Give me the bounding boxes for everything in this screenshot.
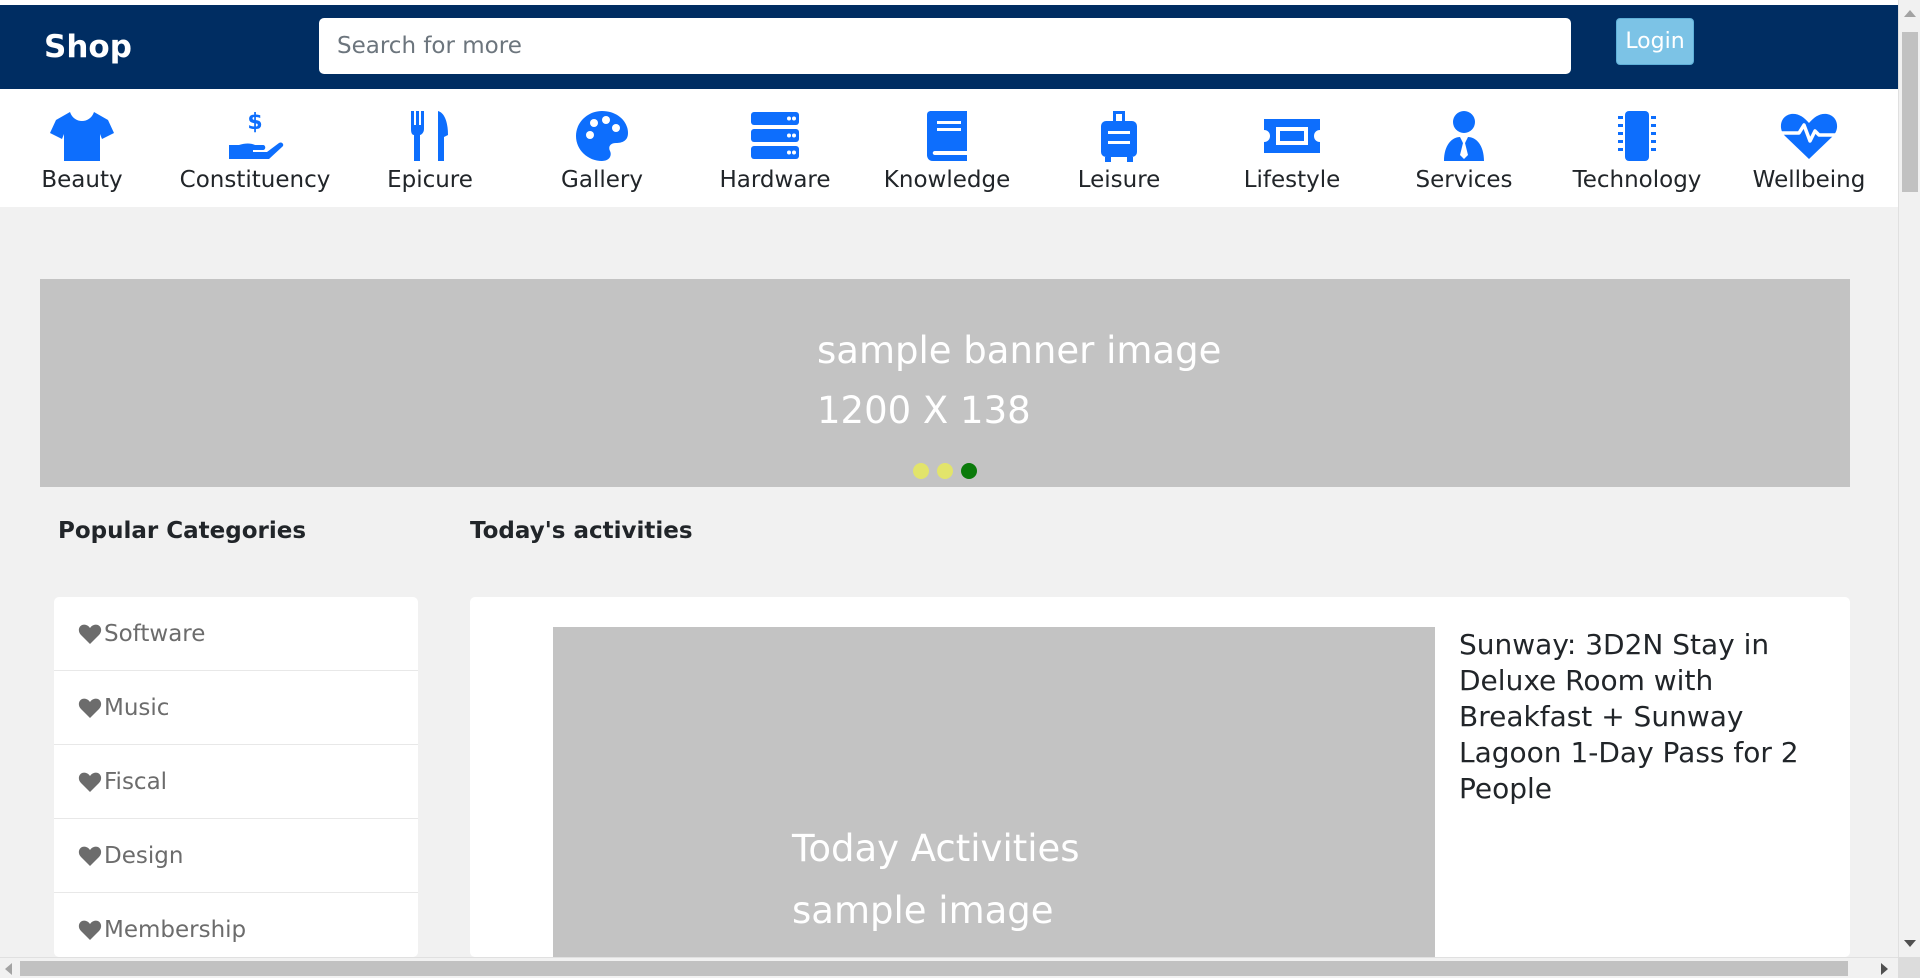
todays-activities-title: Today's activities bbox=[470, 518, 693, 544]
popular-categories-title: Popular Categories bbox=[58, 518, 307, 544]
category-label: Hardware bbox=[719, 167, 831, 193]
category-services[interactable]: Services bbox=[1379, 89, 1549, 207]
activity-image-text-line2: sample image bbox=[792, 889, 1054, 932]
tshirt-icon bbox=[50, 109, 114, 163]
list-item[interactable]: Music bbox=[54, 671, 418, 745]
heart-icon bbox=[78, 698, 102, 718]
search-input[interactable] bbox=[319, 18, 1571, 74]
activity-image[interactable]: Today Activities sample image bbox=[553, 627, 1435, 957]
carousel-indicators bbox=[913, 463, 977, 479]
category-nav: Beauty $ Constituency Epicure Gallery Ha… bbox=[0, 89, 1898, 207]
ticket-icon bbox=[1260, 109, 1324, 163]
category-label: Epicure bbox=[387, 167, 473, 193]
brand-logo[interactable]: Shop bbox=[44, 29, 132, 65]
heart-icon bbox=[78, 846, 102, 866]
category-label: Leisure bbox=[1077, 167, 1161, 193]
top-navbar: Shop Login bbox=[0, 5, 1898, 89]
category-label: Wellbeing bbox=[1752, 167, 1866, 193]
suitcase-icon bbox=[1087, 109, 1151, 163]
category-lifestyle[interactable]: Lifestyle bbox=[1207, 89, 1377, 207]
scrollbar-corner bbox=[1898, 957, 1920, 978]
list-item-label: Design bbox=[104, 842, 184, 869]
category-label: Gallery bbox=[561, 167, 643, 193]
palette-icon bbox=[570, 109, 634, 163]
activity-description[interactable]: Sunway: 3D2N Stay in Deluxe Room with Br… bbox=[1459, 627, 1799, 807]
category-constituency[interactable]: $ Constituency bbox=[170, 89, 340, 207]
list-item[interactable]: Design bbox=[54, 819, 418, 893]
heartbeat-icon bbox=[1777, 109, 1841, 163]
category-knowledge[interactable]: Knowledge bbox=[862, 89, 1032, 207]
heart-icon bbox=[78, 772, 102, 792]
list-item[interactable]: Software bbox=[54, 597, 418, 671]
utensils-icon bbox=[398, 109, 462, 163]
carousel-dot[interactable] bbox=[913, 463, 929, 479]
category-beauty[interactable]: Beauty bbox=[0, 89, 167, 207]
category-epicure[interactable]: Epicure bbox=[345, 89, 515, 207]
banner-text-line1: sample banner image bbox=[817, 329, 1222, 372]
popular-categories-list: Software Music Fiscal Design Membership bbox=[54, 597, 418, 957]
category-label: Constituency bbox=[179, 167, 331, 193]
scroll-down-arrow-icon[interactable] bbox=[1904, 940, 1916, 947]
vertical-scroll-thumb[interactable] bbox=[1902, 32, 1918, 192]
list-item-label: Fiscal bbox=[104, 768, 168, 795]
scroll-right-arrow-icon[interactable] bbox=[1881, 963, 1888, 975]
heart-icon bbox=[78, 624, 102, 644]
list-item-label: Music bbox=[104, 694, 170, 721]
list-item-label: Membership bbox=[104, 916, 247, 943]
category-label: Knowledge bbox=[883, 167, 1011, 193]
list-item[interactable]: Fiscal bbox=[54, 745, 418, 819]
server-icon bbox=[743, 109, 807, 163]
category-gallery[interactable]: Gallery bbox=[517, 89, 687, 207]
microchip-icon bbox=[1605, 109, 1669, 163]
activity-image-text-line1: Today Activities bbox=[792, 827, 1080, 870]
horizontal-scroll-thumb[interactable] bbox=[20, 961, 1848, 976]
category-wellbeing[interactable]: Wellbeing bbox=[1724, 89, 1894, 207]
category-label: Beauty bbox=[41, 167, 123, 193]
banner-text-line2: 1200 X 138 bbox=[817, 389, 1031, 432]
category-label: Technology bbox=[1572, 167, 1702, 193]
category-hardware[interactable]: Hardware bbox=[690, 89, 860, 207]
scroll-left-arrow-icon[interactable] bbox=[5, 963, 12, 975]
login-button[interactable]: Login bbox=[1616, 18, 1694, 65]
category-label: Lifestyle bbox=[1243, 167, 1341, 193]
activity-card: Today Activities sample image Sunway: 3D… bbox=[470, 597, 1850, 957]
scroll-up-arrow-icon[interactable] bbox=[1904, 10, 1916, 17]
vertical-scrollbar[interactable] bbox=[1898, 0, 1920, 957]
carousel-dot[interactable] bbox=[961, 463, 977, 479]
book-icon bbox=[915, 109, 979, 163]
heart-icon bbox=[78, 920, 102, 940]
svg-text:$: $ bbox=[247, 110, 262, 135]
category-technology[interactable]: Technology bbox=[1552, 89, 1722, 207]
banner-carousel[interactable]: sample banner image 1200 X 138 bbox=[40, 279, 1850, 487]
category-leisure[interactable]: Leisure bbox=[1034, 89, 1204, 207]
carousel-dot[interactable] bbox=[937, 463, 953, 479]
horizontal-scrollbar[interactable] bbox=[0, 957, 1898, 978]
list-item-label: Software bbox=[104, 620, 206, 647]
donate-hand-icon: $ bbox=[223, 109, 287, 163]
user-tie-icon bbox=[1432, 109, 1496, 163]
list-item[interactable]: Membership bbox=[54, 893, 418, 957]
category-label: Services bbox=[1415, 167, 1513, 193]
